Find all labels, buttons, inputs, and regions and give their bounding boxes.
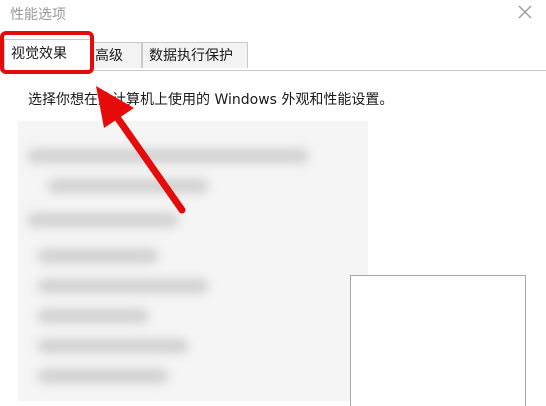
blurred-option xyxy=(38,279,208,293)
blurred-option xyxy=(28,213,178,227)
tab-content-panel: 选择你想在此计算机上使用的 Windows 外观和性能设置。 xyxy=(0,70,546,406)
blurred-option xyxy=(38,249,158,263)
highlight-box xyxy=(0,31,94,74)
blurred-option xyxy=(48,179,208,193)
description-text: 选择你想在此计算机上使用的 Windows 外观和性能设置。 xyxy=(28,92,394,108)
tab-data-execution-prevention[interactable]: 数据执行保护 xyxy=(142,42,248,68)
close-button[interactable] xyxy=(514,1,536,23)
tab-advanced[interactable]: 高级 xyxy=(88,42,142,68)
options-list-box[interactable] xyxy=(350,275,526,406)
blurred-options-area xyxy=(18,121,368,401)
close-icon xyxy=(518,5,532,19)
blurred-option xyxy=(28,149,308,163)
title-bar: 性能选项 xyxy=(0,0,546,28)
window-title: 性能选项 xyxy=(10,7,66,23)
blurred-option xyxy=(38,369,168,383)
blurred-option xyxy=(38,339,188,353)
blurred-option xyxy=(38,309,148,323)
